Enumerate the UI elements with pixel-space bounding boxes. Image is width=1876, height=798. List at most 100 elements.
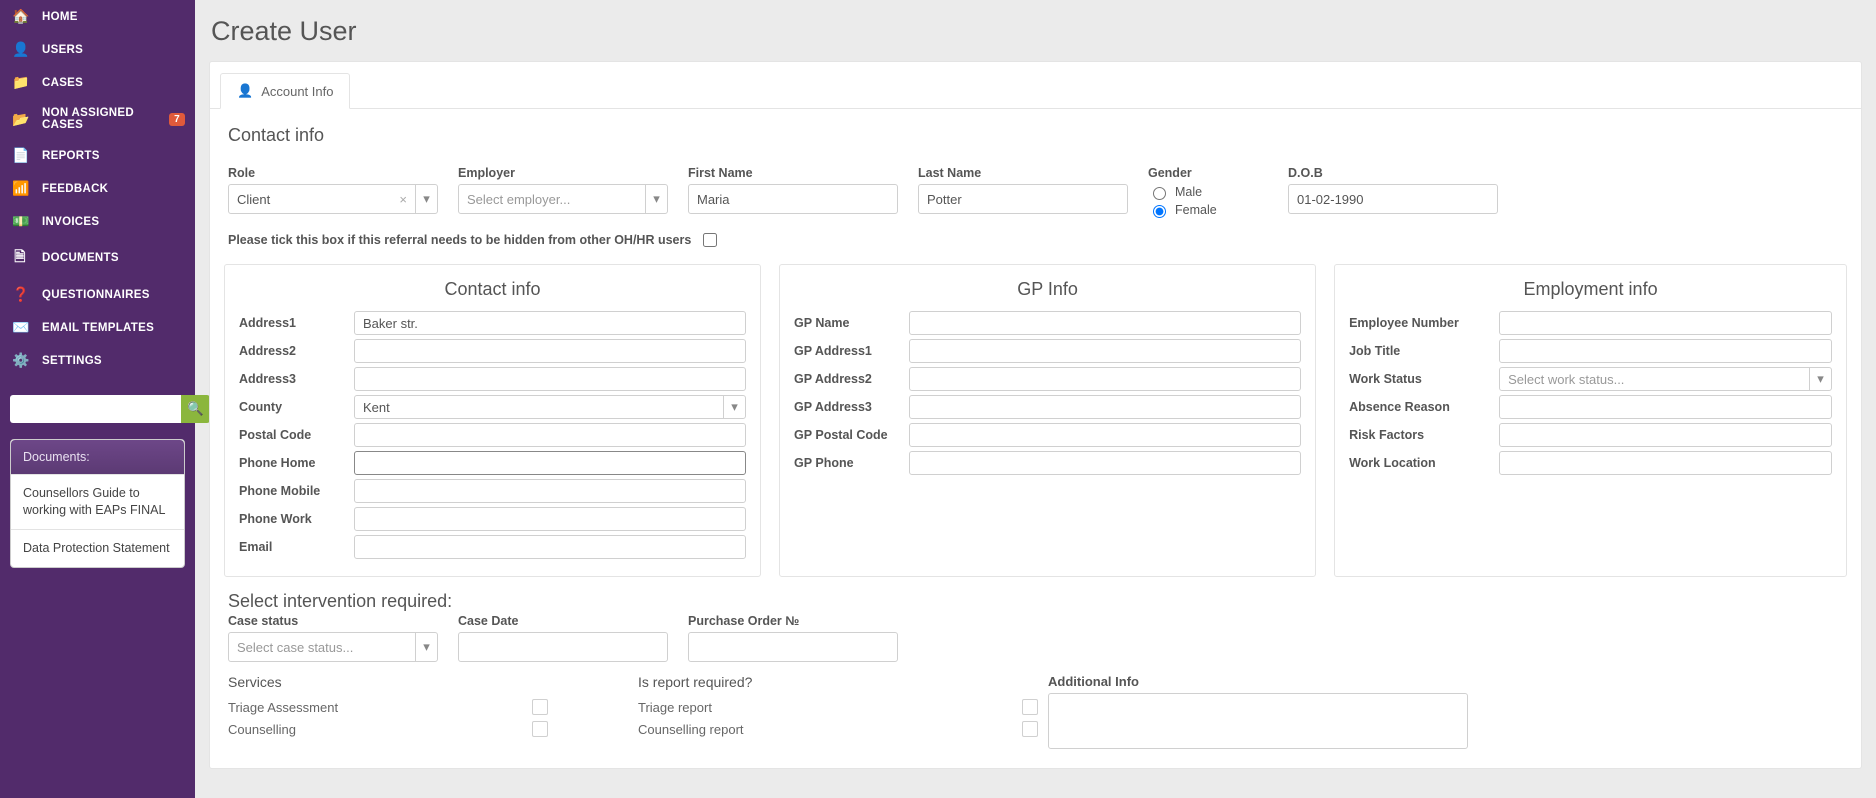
nav-feedback[interactable]: 📶FEEDBACK <box>0 172 195 205</box>
nav-label: REPORTS <box>42 150 100 162</box>
contact-panel-title: Contact info <box>239 279 746 300</box>
address2-label: Address2 <box>239 344 354 358</box>
county-label: County <box>239 400 354 414</box>
work-location-label: Work Location <box>1349 456 1499 470</box>
chevron-down-icon[interactable]: ▾ <box>645 185 667 213</box>
gp-address2-input[interactable] <box>909 367 1301 391</box>
nav-non-assigned-cases[interactable]: 📂NON ASSIGNED CASES7 <box>0 99 195 139</box>
dob-input[interactable] <box>1288 184 1498 214</box>
gp-postal-code-input[interactable] <box>909 423 1301 447</box>
nav-label: QUESTIONNAIRES <box>42 289 150 301</box>
work-status-placeholder: Select work status... <box>1508 372 1624 387</box>
role-value: Client <box>237 192 270 207</box>
additional-info-label: Additional Info <box>1048 674 1468 689</box>
gp-address3-input[interactable] <box>909 395 1301 419</box>
documents-panel-title: Documents: <box>11 440 184 474</box>
tabstrip: 👤 Account Info <box>210 62 1861 109</box>
gp-phone-label: GP Phone <box>794 456 909 470</box>
email-input[interactable] <box>354 535 746 559</box>
job-title-label: Job Title <box>1349 344 1499 358</box>
employee-number-input[interactable] <box>1499 311 1832 335</box>
nav-label: NON ASSIGNED CASES <box>42 107 155 131</box>
nav-home[interactable]: 🏠 HOME <box>0 0 195 33</box>
nav-settings[interactable]: ⚙️SETTINGS <box>0 344 195 377</box>
job-title-input[interactable] <box>1499 339 1832 363</box>
risk-factors-label: Risk Factors <box>1349 428 1499 442</box>
home-icon: 🏠 <box>12 8 28 25</box>
nav-users[interactable]: 👤USERS <box>0 33 195 66</box>
chevron-down-icon[interactable]: ▾ <box>415 633 437 661</box>
phone-mobile-input[interactable] <box>354 479 746 503</box>
services-column: Services Triage Assessment Counselling <box>228 674 588 754</box>
service-checkbox[interactable] <box>532 699 548 715</box>
absence-reason-input[interactable] <box>1499 395 1832 419</box>
nav-questionnaires[interactable]: ❓ QUESTIONNAIRES <box>0 278 195 311</box>
report-checkbox[interactable] <box>1022 721 1038 737</box>
risk-factors-input[interactable] <box>1499 423 1832 447</box>
gender-male-radio[interactable] <box>1153 187 1166 200</box>
gp-phone-input[interactable] <box>909 451 1301 475</box>
purchase-order-input[interactable] <box>688 632 898 662</box>
address2-input[interactable] <box>354 339 746 363</box>
sidebar: 🏠HOME 👤USERS 📁CASES 📂NON ASSIGNED CASES7… <box>0 0 195 798</box>
phone-home-input[interactable] <box>354 451 746 475</box>
question-icon: ❓ <box>12 286 28 303</box>
address1-input[interactable] <box>354 311 746 335</box>
nav-reports[interactable]: 📄REPORTS <box>0 139 195 172</box>
documents-panel-item[interactable]: Counsellors Guide to working with EAPs F… <box>11 474 184 529</box>
address1-label: Address1 <box>239 316 354 330</box>
nav-email-templates[interactable]: ✉️EMAIL TEMPLATES <box>0 311 195 344</box>
additional-info-textarea[interactable] <box>1048 693 1468 749</box>
contact-info-title: Contact info <box>228 125 324 145</box>
gp-postal-code-label: GP Postal Code <box>794 428 909 442</box>
county-select[interactable]: Kent▾ <box>354 395 746 419</box>
chevron-down-icon[interactable]: ▾ <box>415 185 437 213</box>
sidebar-search: 🔍 <box>10 395 185 423</box>
case-status-placeholder: Select case status... <box>237 640 353 655</box>
documents-panel-item[interactable]: Data Protection Statement <box>11 529 184 567</box>
nav-label: EMAIL TEMPLATES <box>42 322 154 334</box>
nav-invoices[interactable]: 💵INVOICES <box>0 205 195 238</box>
tab-label: Account Info <box>261 84 333 99</box>
nav-documents[interactable]: 🗎DOCUMENTS <box>0 238 195 278</box>
employment-info-panel: Employment info Employee Number Job Titl… <box>1334 264 1847 577</box>
service-checkbox[interactable] <box>532 721 548 737</box>
email-label: Email <box>239 540 354 554</box>
sidebar-search-input[interactable] <box>10 395 181 423</box>
phone-work-input[interactable] <box>354 507 746 531</box>
chevron-down-icon[interactable]: ▾ <box>1809 368 1831 390</box>
postal-code-label: Postal Code <box>239 428 354 442</box>
folder-open-icon: 📂 <box>12 111 28 128</box>
gp-name-input[interactable] <box>909 311 1301 335</box>
work-location-input[interactable] <box>1499 451 1832 475</box>
chevron-down-icon[interactable]: ▾ <box>723 396 745 418</box>
additional-info-column: Additional Info <box>1048 674 1468 754</box>
employee-number-label: Employee Number <box>1349 316 1499 330</box>
phone-mobile-label: Phone Mobile <box>239 484 354 498</box>
case-status-label: Case status <box>228 614 438 628</box>
tab-account-info[interactable]: 👤 Account Info <box>220 73 350 109</box>
clear-icon[interactable]: × <box>399 192 407 207</box>
postal-code-input[interactable] <box>354 423 746 447</box>
first-name-input[interactable] <box>688 184 898 214</box>
page-title: Create User <box>211 16 1862 47</box>
nav-label: HOME <box>42 11 78 23</box>
work-status-select[interactable]: Select work status... ▾ <box>1499 367 1832 391</box>
nav-label: INVOICES <box>42 216 99 228</box>
gp-address1-input[interactable] <box>909 339 1301 363</box>
case-date-input[interactable] <box>458 632 668 662</box>
nav-label: CASES <box>42 77 83 89</box>
report-checkbox[interactable] <box>1022 699 1038 715</box>
documents-panel: Documents: Counsellors Guide to working … <box>10 439 185 568</box>
last-name-input[interactable] <box>918 184 1128 214</box>
case-status-select[interactable]: Select case status... ▾ <box>228 632 438 662</box>
nav-cases[interactable]: 📁CASES <box>0 66 195 99</box>
role-select[interactable]: Client × ▾ <box>228 184 438 214</box>
nav-label: SETTINGS <box>42 355 102 367</box>
address3-input[interactable] <box>354 367 746 391</box>
employer-select[interactable]: Select employer... ▾ <box>458 184 668 214</box>
gender-female-radio[interactable] <box>1153 205 1166 218</box>
gender-female-label: Female <box>1175 203 1217 217</box>
hide-referral-checkbox[interactable] <box>703 233 717 247</box>
gp-info-panel: GP Info GP Name GP Address1 GP Address2 … <box>779 264 1316 577</box>
